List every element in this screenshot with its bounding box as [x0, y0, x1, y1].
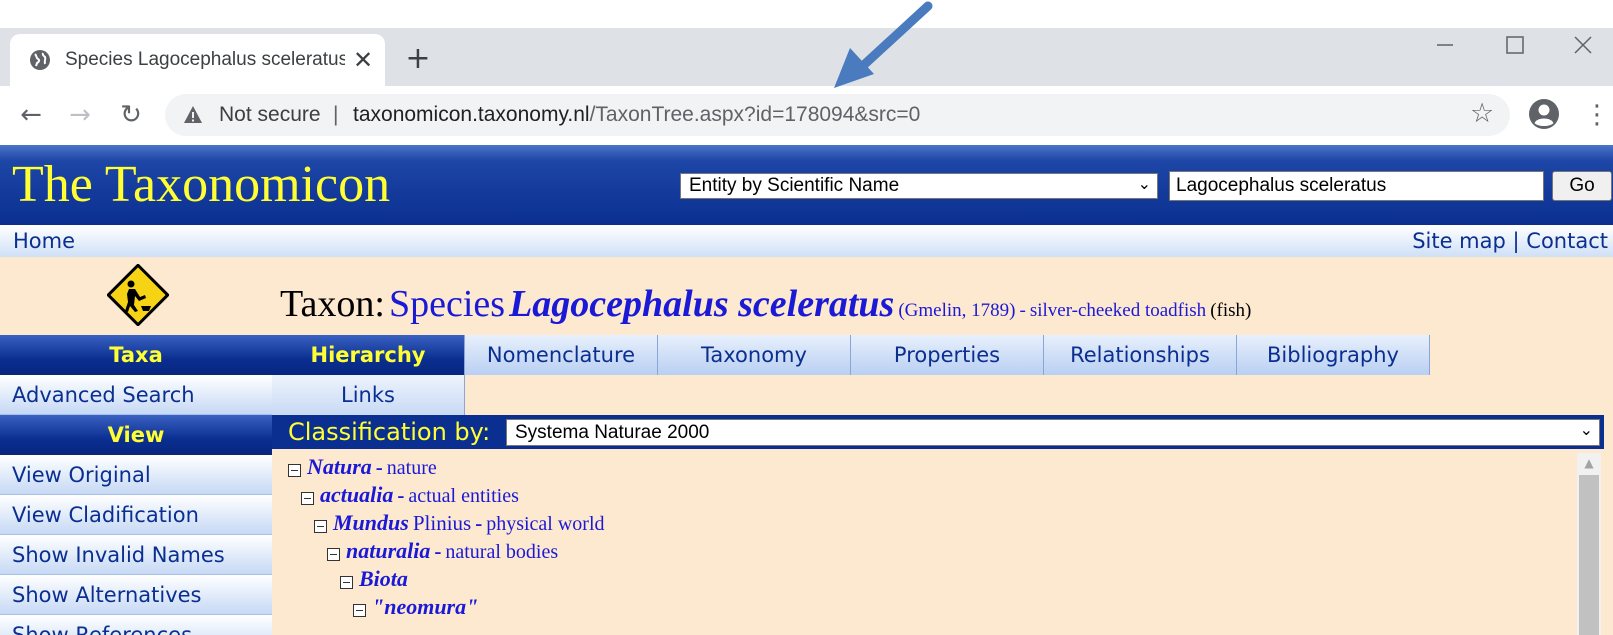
tab-nomenclature[interactable]: Nomenclature [465, 335, 658, 375]
tree-node: Biota [340, 565, 408, 593]
tree-node-name[interactable]: Biota [359, 566, 408, 591]
taxon-common-name: silver-cheeked toadfish [1029, 300, 1207, 321]
browser-tabstrip: Species Lagocephalus sceleratus ✕ + [0, 28, 1613, 86]
site-map-link[interactable]: Site map [1412, 229, 1506, 253]
sidebar-item-show-invalid-names[interactable]: Show Invalid Names [0, 535, 272, 575]
sidebar-item-view-original[interactable]: View Original [0, 455, 272, 495]
tree-node: naturalia - natural bodies [327, 537, 558, 565]
tree-node-name[interactable]: Natura [307, 454, 372, 479]
tab-taxonomy[interactable]: Taxonomy [658, 335, 851, 375]
scrollbar-thumb[interactable] [1579, 475, 1599, 635]
collapse-icon[interactable] [301, 491, 314, 505]
collapse-icon[interactable] [327, 547, 340, 561]
taxonomy-tree: Natura - nature actualia - actual entiti… [272, 453, 1572, 635]
classification-value: Systema Naturae 2000 [515, 422, 710, 443]
taxon-name: Lagocephalus sceleratus [509, 283, 895, 325]
url-text[interactable]: taxonomicon.taxonomy.nl/TaxonTree.aspx?i… [353, 103, 920, 127]
tree-node-common: actual entities [408, 485, 519, 507]
forward-icon[interactable]: → [63, 98, 97, 132]
top-navbar: Home Site map | Contact [0, 225, 1613, 257]
common-name-prefix: - [1019, 300, 1026, 321]
sidebar-heading-view: View [0, 415, 272, 455]
omnibox-separator: | [333, 103, 339, 126]
tree-node-author: Plinius [412, 511, 472, 535]
tree-node-common: natural bodies [445, 541, 559, 563]
taxon-group: (fish) [1210, 300, 1252, 321]
search-mode-select[interactable]: Entity by Scientific Name ⌄ [680, 173, 1158, 199]
tree-node-name[interactable]: Mundus [333, 510, 409, 535]
tree-node: actualia - actual entities [301, 481, 519, 509]
classification-label: Classification by: [288, 418, 491, 446]
tree-node-dash: - [397, 483, 405, 507]
contact-link[interactable]: Contact [1526, 229, 1608, 253]
tree-scrollbar[interactable]: ▲ [1577, 453, 1601, 635]
tree-node-name[interactable]: actualia [320, 482, 393, 507]
tree-node: Natura - nature [288, 453, 437, 481]
collapse-icon[interactable] [314, 519, 327, 533]
scroll-up-icon[interactable]: ▲ [1577, 453, 1601, 473]
home-link[interactable]: Home [13, 228, 75, 254]
taxon-rank: Species [388, 283, 506, 325]
sidebar-item-advanced-search[interactable]: Advanced Search [0, 375, 272, 415]
chevron-down-icon: ⌄ [1137, 174, 1151, 193]
sidebar-heading-taxa: Taxa [0, 335, 272, 375]
collapse-icon[interactable] [340, 575, 353, 589]
site-header: The Taxonomicon Entity by Scientific Nam… [0, 145, 1613, 225]
sidebar-item-show-references[interactable]: Show References [0, 615, 272, 635]
taxon-author: (Gmelin, 1789) [898, 300, 1016, 321]
sidebar-item-show-alternatives[interactable]: Show Alternatives [0, 575, 272, 615]
tree-node-name[interactable]: "neomura" [372, 594, 478, 619]
tab-title: Species Lagocephalus sceleratus [65, 49, 345, 70]
reload-icon[interactable]: ↻ [114, 98, 148, 132]
back-icon[interactable]: ← [14, 98, 48, 132]
profile-avatar-icon[interactable] [1528, 98, 1560, 130]
url-host: taxonomicon.taxonomy.nl [353, 103, 590, 126]
annotation-arrow-icon [834, 1, 933, 88]
tab-hierarchy[interactable]: Hierarchy [272, 335, 465, 375]
tree-node-dash: - [434, 539, 442, 563]
tree-node-name[interactable]: naturalia [346, 538, 430, 563]
site-title[interactable]: The Taxonomicon [12, 155, 390, 215]
tab-properties[interactable]: Properties [851, 335, 1044, 375]
search-input[interactable]: Lagocephalus sceleratus [1169, 171, 1544, 201]
taxon-label: Taxon: [280, 283, 385, 325]
close-tab-icon[interactable]: ✕ [350, 47, 376, 73]
sidebar: Taxa Advanced Search View View Original … [0, 335, 272, 635]
go-button[interactable]: Go [1552, 171, 1612, 201]
tab-relationships[interactable]: Relationships [1044, 335, 1237, 375]
tree-node-dash: - [375, 455, 383, 479]
tab-links[interactable]: Links [272, 375, 465, 415]
search-mode-value: Entity by Scientific Name [689, 175, 900, 196]
navbar-right-links: Site map | Contact [1412, 228, 1608, 254]
minimize-icon[interactable] [1425, 30, 1465, 60]
tree-node-dash: - [475, 511, 483, 535]
warning-triangle-icon[interactable] [183, 105, 203, 125]
url-path: /TaxonTree.aspx?id=178094&src=0 [589, 103, 921, 126]
browser-menu-icon[interactable]: ⋮ [1584, 98, 1610, 132]
not-secure-label[interactable]: Not secure [219, 103, 321, 127]
main-content: Taxon: Species Lagocephalus sceleratus (… [0, 257, 1613, 635]
tree-node: "neomura" [353, 593, 478, 621]
collapse-icon[interactable] [353, 603, 366, 617]
maximize-icon[interactable] [1495, 30, 1535, 60]
under-construction-icon [107, 264, 169, 326]
navbar-separator: | [1512, 229, 1520, 253]
collapse-icon[interactable] [288, 463, 301, 477]
classification-select[interactable]: Systema Naturae 2000 ⌄ [506, 419, 1600, 446]
tree-node-common: nature [386, 457, 437, 479]
tab-bibliography[interactable]: Bibliography [1237, 335, 1430, 375]
globe-icon [30, 50, 50, 70]
chevron-down-icon: ⌄ [1579, 420, 1593, 439]
new-tab-button[interactable]: + [403, 44, 433, 74]
browser-tab[interactable]: Species Lagocephalus sceleratus ✕ [10, 34, 385, 86]
taxon-heading: Taxon: Species Lagocephalus sceleratus (… [280, 282, 1251, 334]
sidebar-item-view-cladification[interactable]: View Cladification [0, 495, 272, 535]
classification-bar: Classification by: Systema Naturae 2000 … [272, 415, 1604, 449]
bookmark-star-icon[interactable]: ☆ [1470, 99, 1494, 129]
address-bar[interactable]: Not secure | taxonomicon.taxonomy.nl/Tax… [165, 94, 1510, 136]
tree-node-common: physical world [486, 513, 605, 535]
close-window-icon[interactable] [1563, 30, 1603, 60]
tree-node: Mundus Plinius - physical world [314, 509, 605, 537]
browser-toolbar: ← → ↻ Not secure | taxonomicon.taxonomy.… [0, 86, 1613, 143]
